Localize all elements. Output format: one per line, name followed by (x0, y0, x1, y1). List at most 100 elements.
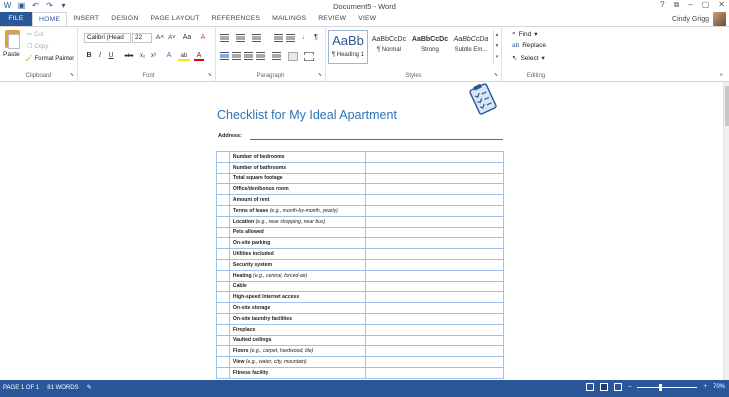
item-cell[interactable]: Utilities included (228, 248, 366, 260)
change-case-button[interactable]: Aa (181, 33, 193, 43)
notes-cell[interactable] (364, 215, 505, 228)
tab-view[interactable]: VIEW (352, 12, 382, 26)
zoom-in-icon[interactable]: + (703, 384, 707, 390)
line-spacing-icon[interactable] (272, 52, 281, 60)
document-page[interactable]: Checklist for My Ideal Apartment Address… (0, 82, 723, 380)
notes-cell[interactable] (364, 312, 505, 325)
copy-button[interactable]: ❐ Copy (27, 43, 48, 51)
align-center-icon[interactable] (232, 52, 241, 60)
highlight-button[interactable]: ab (178, 51, 190, 61)
item-cell[interactable]: Location (e.g., near shopping, near bus) (228, 215, 366, 228)
tab-review[interactable]: REVIEW (312, 12, 352, 26)
checkbox-cell[interactable] (216, 183, 230, 196)
item-cell[interactable]: Terms of lease (e.g., month-by-month, ye… (228, 204, 366, 217)
notes-cell[interactable] (364, 356, 505, 368)
collapse-ribbon-icon[interactable]: ˄ (719, 73, 723, 79)
dialog-launcher-icon[interactable]: ⬊ (208, 72, 212, 78)
minimize-icon[interactable]: – (688, 0, 692, 10)
notes-cell[interactable] (364, 302, 505, 314)
zoom-slider-thumb[interactable] (659, 383, 663, 391)
dialog-launcher-icon[interactable]: ⬊ (494, 72, 498, 78)
checkbox-cell[interactable] (216, 204, 230, 217)
borders-icon[interactable] (304, 52, 314, 61)
avatar[interactable] (713, 12, 726, 26)
word-count[interactable]: 81 WORDS (47, 385, 78, 391)
sort-icon[interactable]: ↓ (298, 33, 308, 43)
item-cell[interactable]: Cable (228, 280, 366, 293)
notes-cell[interactable] (364, 323, 505, 336)
shrink-font-button[interactable]: A˅ (167, 33, 177, 43)
select-button[interactable]: ↖ Select ▾ (512, 54, 545, 63)
close-icon[interactable]: ✕ (718, 0, 725, 10)
multilevel-list-icon[interactable] (252, 34, 261, 42)
font-name-select[interactable]: Calibri (Head (84, 33, 131, 43)
tab-design[interactable]: DESIGN (105, 12, 144, 26)
notes-cell[interactable] (364, 258, 505, 271)
proofing-icon[interactable]: ✎ (87, 384, 92, 391)
checkbox-cell[interactable] (216, 269, 230, 282)
document-heading[interactable]: Checklist for My Ideal Apartment (217, 108, 397, 122)
vertical-scrollbar[interactable] (723, 82, 729, 380)
item-cell[interactable]: Security system (228, 258, 366, 271)
notes-cell[interactable] (364, 366, 505, 379)
checkbox-cell[interactable] (216, 345, 230, 358)
cut-button[interactable]: ✂ Cut (27, 31, 43, 39)
notes-cell[interactable] (364, 161, 505, 174)
notes-cell[interactable] (364, 248, 505, 260)
decrease-indent-icon[interactable] (274, 34, 283, 42)
checkbox-cell[interactable] (216, 172, 230, 185)
checkbox-cell[interactable] (216, 194, 230, 206)
help-icon[interactable]: ? (660, 0, 664, 10)
notes-cell[interactable] (364, 151, 505, 163)
replace-button[interactable]: ab Replace (512, 42, 546, 49)
subscript-button[interactable]: x₂ (138, 51, 147, 61)
font-color-button[interactable]: A (194, 51, 204, 61)
numbering-icon[interactable] (236, 34, 245, 42)
notes-cell[interactable] (364, 291, 505, 304)
item-cell[interactable]: Amount of rent (228, 194, 366, 206)
bullets-icon[interactable] (220, 34, 229, 42)
read-mode-icon[interactable] (586, 383, 595, 391)
bold-button[interactable]: B (85, 51, 93, 61)
increase-indent-icon[interactable] (286, 34, 295, 42)
style-heading-1[interactable]: AaBb ¶ Heading 1 (328, 30, 368, 64)
dialog-launcher-icon[interactable]: ⬊ (318, 72, 322, 78)
format-painter-button[interactable]: 🖌 Format Painter (25, 55, 74, 63)
item-cell[interactable]: High-speed Internet access (228, 291, 366, 304)
checkbox-cell[interactable] (216, 161, 230, 174)
grow-font-button[interactable]: A˄ (155, 33, 165, 43)
item-cell[interactable]: Total square footage (228, 172, 366, 185)
notes-cell[interactable] (364, 172, 505, 185)
align-right-icon[interactable] (244, 52, 253, 60)
clear-formatting-button[interactable]: A (198, 33, 208, 43)
notes-cell[interactable] (364, 269, 505, 282)
item-cell[interactable]: Fitness facility (228, 366, 366, 379)
tab-page-layout[interactable]: PAGE LAYOUT (144, 12, 205, 26)
checkbox-cell[interactable] (216, 226, 230, 239)
tab-references[interactable]: REFERENCES (206, 12, 266, 26)
print-layout-icon[interactable] (600, 383, 609, 391)
justify-icon[interactable] (256, 52, 265, 60)
style-subtle-emphasis[interactable]: AaBbCcDa Subtle Em... (451, 30, 491, 64)
item-cell[interactable]: Floors (e.g., carpet, hardwood, tile) (228, 345, 366, 358)
font-size-select[interactable]: 22 (132, 33, 152, 43)
tab-home[interactable]: HOME (32, 12, 68, 26)
maximize-icon[interactable]: ▢ (702, 0, 710, 10)
checkbox-cell[interactable] (216, 215, 230, 228)
superscript-button[interactable]: x² (149, 51, 158, 61)
notes-cell[interactable] (364, 237, 505, 250)
find-button[interactable]: ⌕ Find ▾ (512, 30, 538, 38)
checkbox-cell[interactable] (216, 323, 230, 336)
tab-file[interactable]: FILE (0, 12, 32, 26)
align-left-icon[interactable] (220, 52, 229, 60)
item-cell[interactable]: Office/den/bonus room (228, 183, 366, 196)
italic-button[interactable]: I (96, 51, 104, 61)
show-formatting-button[interactable]: ¶ (311, 33, 321, 43)
notes-cell[interactable] (364, 280, 505, 293)
notes-cell[interactable] (364, 194, 505, 206)
text-effects-button[interactable]: A (164, 51, 174, 61)
ribbon-display-icon[interactable]: ⧉ (674, 0, 680, 10)
style-normal[interactable]: AaBbCcDc ¶ Normal (369, 30, 409, 64)
item-cell[interactable]: View (e.g., water, city, mountain) (228, 356, 366, 368)
paste-icon[interactable] (5, 30, 20, 49)
